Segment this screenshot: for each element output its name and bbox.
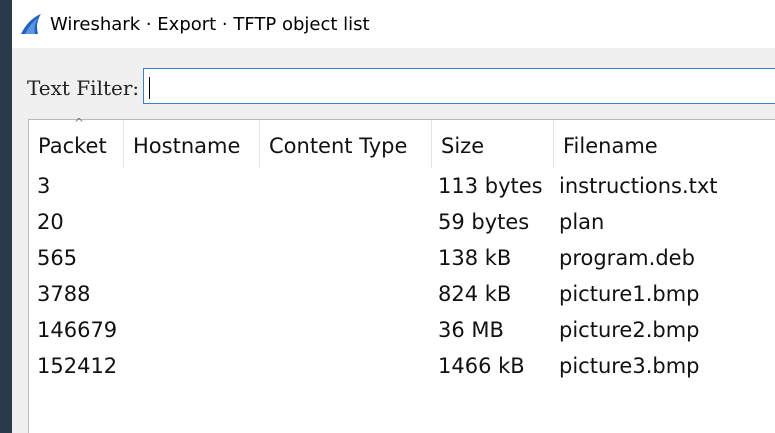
hostname-cell <box>124 168 260 204</box>
filename-cell: picture2.bmp <box>559 318 700 342</box>
content-type-cell <box>260 276 432 312</box>
content-type-cell <box>260 204 432 240</box>
filename-cell: program.deb <box>559 246 695 270</box>
text-filter-row: Text Filter: <box>12 68 775 108</box>
tftp-object-list[interactable]: ^ Packet Hostname Content Type Size File… <box>28 116 775 433</box>
hostname-cell <box>124 240 260 276</box>
column-header-row: ^ Packet Hostname Content Type Size File… <box>29 116 775 168</box>
size-cell: 1466 kB <box>438 354 525 378</box>
hostname-cell <box>124 312 260 348</box>
packet-cell: 3 <box>37 174 51 198</box>
text-filter-label: Text Filter: <box>27 76 140 100</box>
content-type-cell <box>260 240 432 276</box>
hostname-cell <box>124 348 260 384</box>
filename-cell: instructions.txt <box>559 174 718 198</box>
sort-ascending-icon: ^ <box>74 116 85 130</box>
column-header-content-type[interactable]: Content Type <box>260 120 432 168</box>
filename-cell: picture3.bmp <box>559 354 700 378</box>
content-type-cell <box>260 312 432 348</box>
packet-cell: 152412 <box>37 354 118 378</box>
size-cell: 36 MB <box>438 318 504 342</box>
hostname-cell <box>124 276 260 312</box>
size-cell: 113 bytes <box>438 174 543 198</box>
column-header-filename[interactable]: Filename <box>554 120 775 168</box>
packet-cell: 146679 <box>37 318 118 342</box>
window-title: Wireshark · Export · TFTP object list <box>50 13 370 35</box>
column-header-packet[interactable]: ^ Packet <box>29 116 124 168</box>
filename-cell: picture1.bmp <box>559 282 700 306</box>
size-cell: 59 bytes <box>438 210 530 234</box>
table-row[interactable]: 565 138 kB program.deb <box>29 240 775 276</box>
table-row[interactable]: 152412 1466 kB picture3.bmp <box>29 348 775 384</box>
table-row[interactable]: 146679 36 MB picture2.bmp <box>29 312 775 348</box>
hostname-cell <box>124 204 260 240</box>
column-header-hostname[interactable]: Hostname <box>124 120 260 168</box>
title-bar: Wireshark · Export · TFTP object list <box>12 0 775 48</box>
table-row[interactable]: 3 113 bytes instructions.txt <box>29 168 775 204</box>
text-cursor <box>149 77 150 99</box>
text-filter-input[interactable] <box>143 68 775 104</box>
size-cell: 824 kB <box>438 282 512 306</box>
filename-cell: plan <box>559 210 605 234</box>
table-row[interactable]: 20 59 bytes plan <box>29 204 775 240</box>
export-tftp-dialog: Wireshark · Export · TFTP object list Te… <box>12 0 775 433</box>
packet-cell: 3788 <box>37 282 91 306</box>
column-header-size[interactable]: Size <box>432 120 554 168</box>
table-row[interactable]: 3788 824 kB picture1.bmp <box>29 276 775 312</box>
size-cell: 138 kB <box>438 246 512 270</box>
packet-cell: 565 <box>37 246 78 270</box>
wireshark-fin-icon <box>18 11 44 37</box>
content-type-cell <box>260 348 432 384</box>
packet-cell: 20 <box>37 210 64 234</box>
content-type-cell <box>260 168 432 204</box>
